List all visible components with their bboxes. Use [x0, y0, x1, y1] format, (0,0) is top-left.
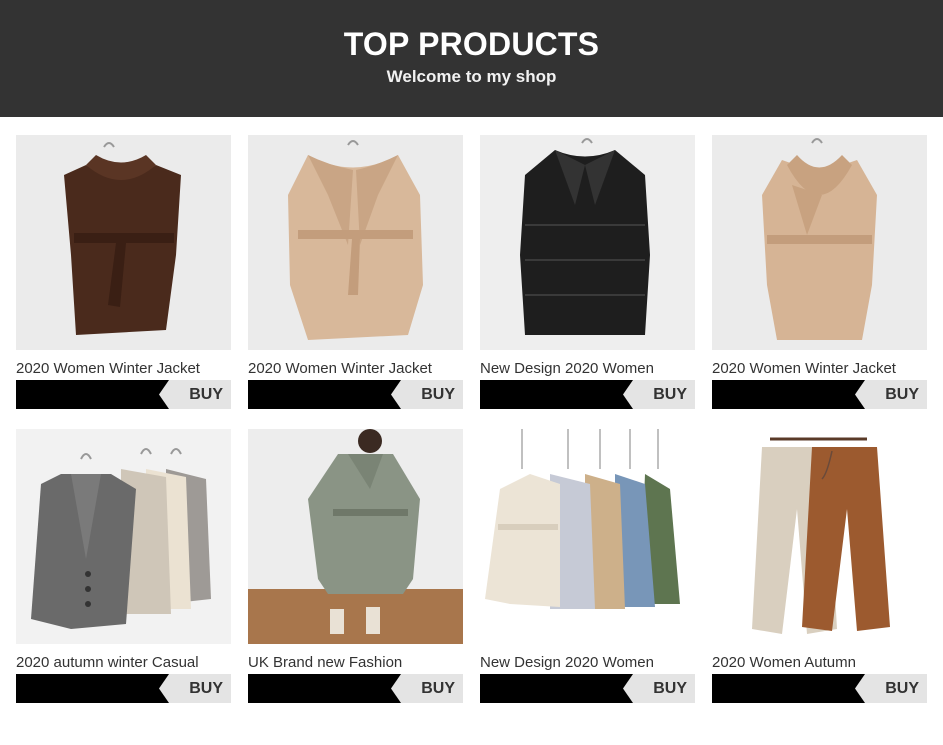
- buy-label: BUY: [885, 386, 919, 403]
- buy-button[interactable]: BUY: [248, 380, 463, 409]
- buy-tab[interactable]: BUY: [623, 380, 695, 409]
- product-card: 2020 Women Winter Jacket BUY: [16, 135, 231, 409]
- header-banner: TOP PRODUCTS Welcome to my shop: [0, 0, 943, 117]
- product-name[interactable]: 2020 Women Winter Jacket: [16, 360, 231, 380]
- buy-label: BUY: [421, 680, 455, 697]
- product-image[interactable]: [480, 429, 695, 644]
- buy-button[interactable]: BUY: [480, 380, 695, 409]
- buy-label: BUY: [421, 386, 455, 403]
- product-card: 2020 Women Winter Jacket BUY: [248, 135, 463, 409]
- product-name[interactable]: 2020 Women Autumn: [712, 654, 927, 674]
- buy-label: BUY: [653, 386, 687, 403]
- product-name[interactable]: New Design 2020 Women: [480, 654, 695, 674]
- product-image[interactable]: [712, 429, 927, 644]
- buy-tab[interactable]: BUY: [855, 674, 927, 703]
- product-card: New Design 2020 Women BUY: [480, 429, 695, 703]
- buy-tab[interactable]: BUY: [391, 380, 463, 409]
- product-image[interactable]: [712, 135, 927, 350]
- buy-button[interactable]: BUY: [712, 674, 927, 703]
- buy-button[interactable]: BUY: [248, 674, 463, 703]
- buy-label: BUY: [653, 680, 687, 697]
- product-card: 2020 Women Winter Jacket BUY: [712, 135, 927, 409]
- buy-label: BUY: [885, 680, 919, 697]
- buy-button[interactable]: BUY: [16, 380, 231, 409]
- buy-label: BUY: [189, 386, 223, 403]
- buy-tab[interactable]: BUY: [623, 674, 695, 703]
- product-name[interactable]: 2020 Women Winter Jacket: [712, 360, 927, 380]
- buy-label: BUY: [189, 680, 223, 697]
- product-name[interactable]: UK Brand new Fashion: [248, 654, 463, 674]
- product-card: UK Brand new Fashion BUY: [248, 429, 463, 703]
- product-name[interactable]: New Design 2020 Women: [480, 360, 695, 380]
- buy-tab[interactable]: BUY: [391, 674, 463, 703]
- product-image[interactable]: [480, 135, 695, 350]
- buy-tab[interactable]: BUY: [159, 380, 231, 409]
- buy-button[interactable]: BUY: [480, 674, 695, 703]
- product-name[interactable]: 2020 Women Winter Jacket: [248, 360, 463, 380]
- buy-tab[interactable]: BUY: [159, 674, 231, 703]
- product-image[interactable]: [16, 429, 231, 644]
- page-title: TOP PRODUCTS: [343, 26, 600, 62]
- product-image[interactable]: [248, 429, 463, 644]
- page-subtitle: Welcome to my shop: [386, 67, 557, 86]
- product-image[interactable]: [16, 135, 231, 350]
- product-name[interactable]: 2020 autumn winter Casual: [16, 654, 231, 674]
- product-grid: 2020 Women Winter Jacket BUY 2020 Women …: [16, 135, 927, 703]
- buy-tab[interactable]: BUY: [855, 380, 927, 409]
- product-card: 2020 autumn winter Casual BUY: [16, 429, 231, 703]
- product-card: 2020 Women Autumn BUY: [712, 429, 927, 703]
- product-image[interactable]: [248, 135, 463, 350]
- buy-button[interactable]: BUY: [712, 380, 927, 409]
- buy-button[interactable]: BUY: [16, 674, 231, 703]
- product-card: New Design 2020 Women BUY: [480, 135, 695, 409]
